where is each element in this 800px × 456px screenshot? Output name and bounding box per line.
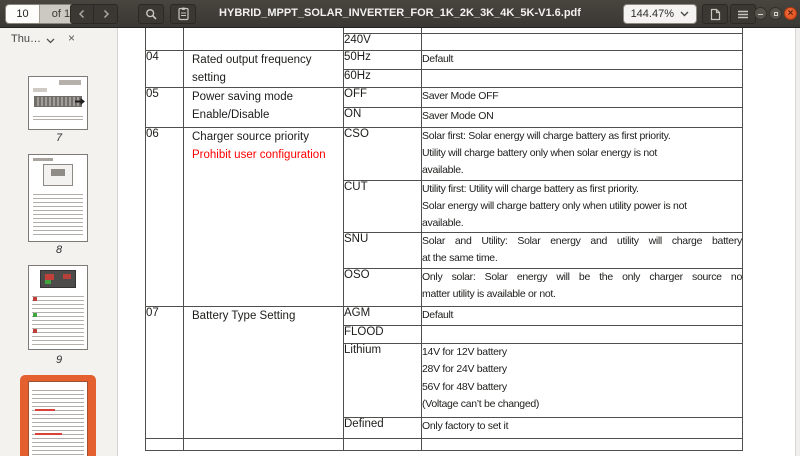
chevron-right-icon [102, 9, 110, 19]
option-value-cell: CSO [344, 128, 422, 181]
minimize-icon [758, 14, 763, 16]
thumbnail-page-9[interactable] [28, 265, 88, 350]
option-detail-cell: Default [422, 51, 743, 70]
next-page-button[interactable] [94, 4, 118, 24]
option-value-cell: OSO [344, 269, 422, 307]
table-row: 04Rated output frequencysetting50HzDefau… [146, 51, 743, 70]
annotate-document-button[interactable] [170, 4, 196, 24]
option-detail-cell: Utility first: Utility will charge batte… [422, 180, 743, 233]
item-number-cell [146, 28, 184, 51]
window-title: HYBRID_MPPT_SOLAR_INVERTER_FOR_1K_2K_3K_… [219, 7, 581, 19]
previous-page-button[interactable] [70, 4, 94, 24]
option-detail-cell: Saver Mode ON [422, 108, 743, 128]
close-icon: × [785, 8, 796, 19]
maximize-button[interactable] [769, 7, 782, 20]
option-value-cell: ON [344, 108, 422, 128]
thumbnail-label: 8 [0, 244, 118, 256]
night-mode-button[interactable] [702, 4, 728, 24]
vertical-scrollbar[interactable] [795, 28, 800, 456]
window-controls: × [754, 7, 797, 20]
option-detail-cell: Only factory to set it [422, 418, 743, 439]
item-description-cell: Charger source priorityProhibit user con… [184, 128, 344, 307]
option-detail-cell [422, 439, 743, 451]
pdf-settings-table: 230V240V04Rated output frequencysetting5… [145, 28, 743, 451]
hamburger-menu-icon [737, 10, 749, 19]
chevron-down-icon [680, 11, 689, 17]
item-description-cell [184, 28, 344, 51]
thumbnail-page-8[interactable] [28, 154, 88, 242]
table-row: 07Battery Type SettingAGMDefault [146, 307, 743, 326]
search-button[interactable] [138, 4, 164, 24]
item-number-cell: 05 [146, 88, 184, 128]
item-number-cell [146, 439, 184, 451]
option-value-cell: Lithium [344, 344, 422, 418]
item-number-cell: 07 [146, 307, 184, 439]
option-value-cell: AGM [344, 307, 422, 326]
minimize-button[interactable] [754, 7, 767, 20]
sidebar-close-button[interactable]: × [68, 31, 75, 45]
option-detail-cell [422, 69, 743, 87]
evince-window: 10 of 13 HYBRID_MPPT_S [0, 0, 800, 456]
chevron-left-icon [78, 9, 86, 19]
option-value-cell: Defined [344, 418, 422, 439]
sidebar-header: Thu… × [0, 28, 117, 50]
page-number-input[interactable]: 10 [6, 5, 39, 23]
header-bar: 10 of 13 HYBRID_MPPT_S [0, 0, 800, 28]
page-nav-group [70, 4, 118, 24]
option-detail-cell [422, 34, 743, 51]
item-description-cell: Battery Type Setting [184, 307, 344, 439]
maximize-icon [774, 12, 778, 16]
option-value-cell: 60Hz [344, 69, 422, 87]
option-detail-cell: Solar first: Solar energy will charge ba… [422, 128, 743, 181]
option-value-cell: 240V [344, 34, 422, 51]
menu-button[interactable] [730, 4, 756, 24]
thumbnail-label: 7 [0, 132, 118, 144]
item-number-cell: 04 [146, 51, 184, 88]
zoom-level-value: 144.47% [631, 8, 674, 20]
table-row: 05Power saving modeEnable/DisableOFFSave… [146, 88, 743, 108]
option-detail-cell: Saver Mode OFF [422, 88, 743, 108]
item-number-cell: 06 [146, 128, 184, 307]
item-description-cell [184, 439, 344, 451]
option-detail-cell: Solar and Utility: Solar energy and util… [422, 233, 743, 269]
item-description-cell: Rated output frequencysetting [184, 51, 344, 88]
option-detail-cell: Default [422, 307, 743, 326]
document-icon [178, 7, 189, 21]
option-detail-cell: Only solar: Solar energy will be the onl… [422, 269, 743, 307]
sidebar-view-dropdown[interactable]: Thu… [11, 33, 41, 45]
option-value-cell: 50Hz [344, 51, 422, 70]
table-row: 06Charger source priorityProhibit user c… [146, 128, 743, 181]
zoom-level-dropdown[interactable]: 144.47% [623, 4, 697, 24]
table-row [146, 439, 743, 451]
document-view[interactable]: 230V240V04Rated output frequencysetting5… [118, 28, 800, 456]
thumbnails-sidebar: Thu… × 7 8 9 [0, 28, 118, 456]
thumbnail-page-10 [28, 381, 88, 456]
thumbnail-page-7[interactable] [28, 76, 88, 130]
option-value-cell: FLOOD [344, 326, 422, 344]
option-value-cell: CUT [344, 180, 422, 233]
thumbnail-page-10-selected[interactable]: 10 [20, 375, 96, 456]
option-value-cell: SNU [344, 233, 422, 269]
option-detail-cell [422, 326, 743, 344]
option-value-cell: OFF [344, 88, 422, 108]
page-corner-icon [710, 8, 721, 21]
pdf-table-body: 230V240V04Rated output frequencysetting5… [146, 28, 743, 451]
thumbnail-label: 9 [0, 354, 118, 366]
chevron-down-icon [46, 38, 55, 44]
item-description-cell: Power saving modeEnable/Disable [184, 88, 344, 128]
search-icon [145, 8, 158, 21]
option-value-cell [344, 439, 422, 451]
close-button[interactable]: × [784, 7, 797, 20]
option-detail-cell: 14V for 12V battery28V for 24V battery56… [422, 344, 743, 418]
